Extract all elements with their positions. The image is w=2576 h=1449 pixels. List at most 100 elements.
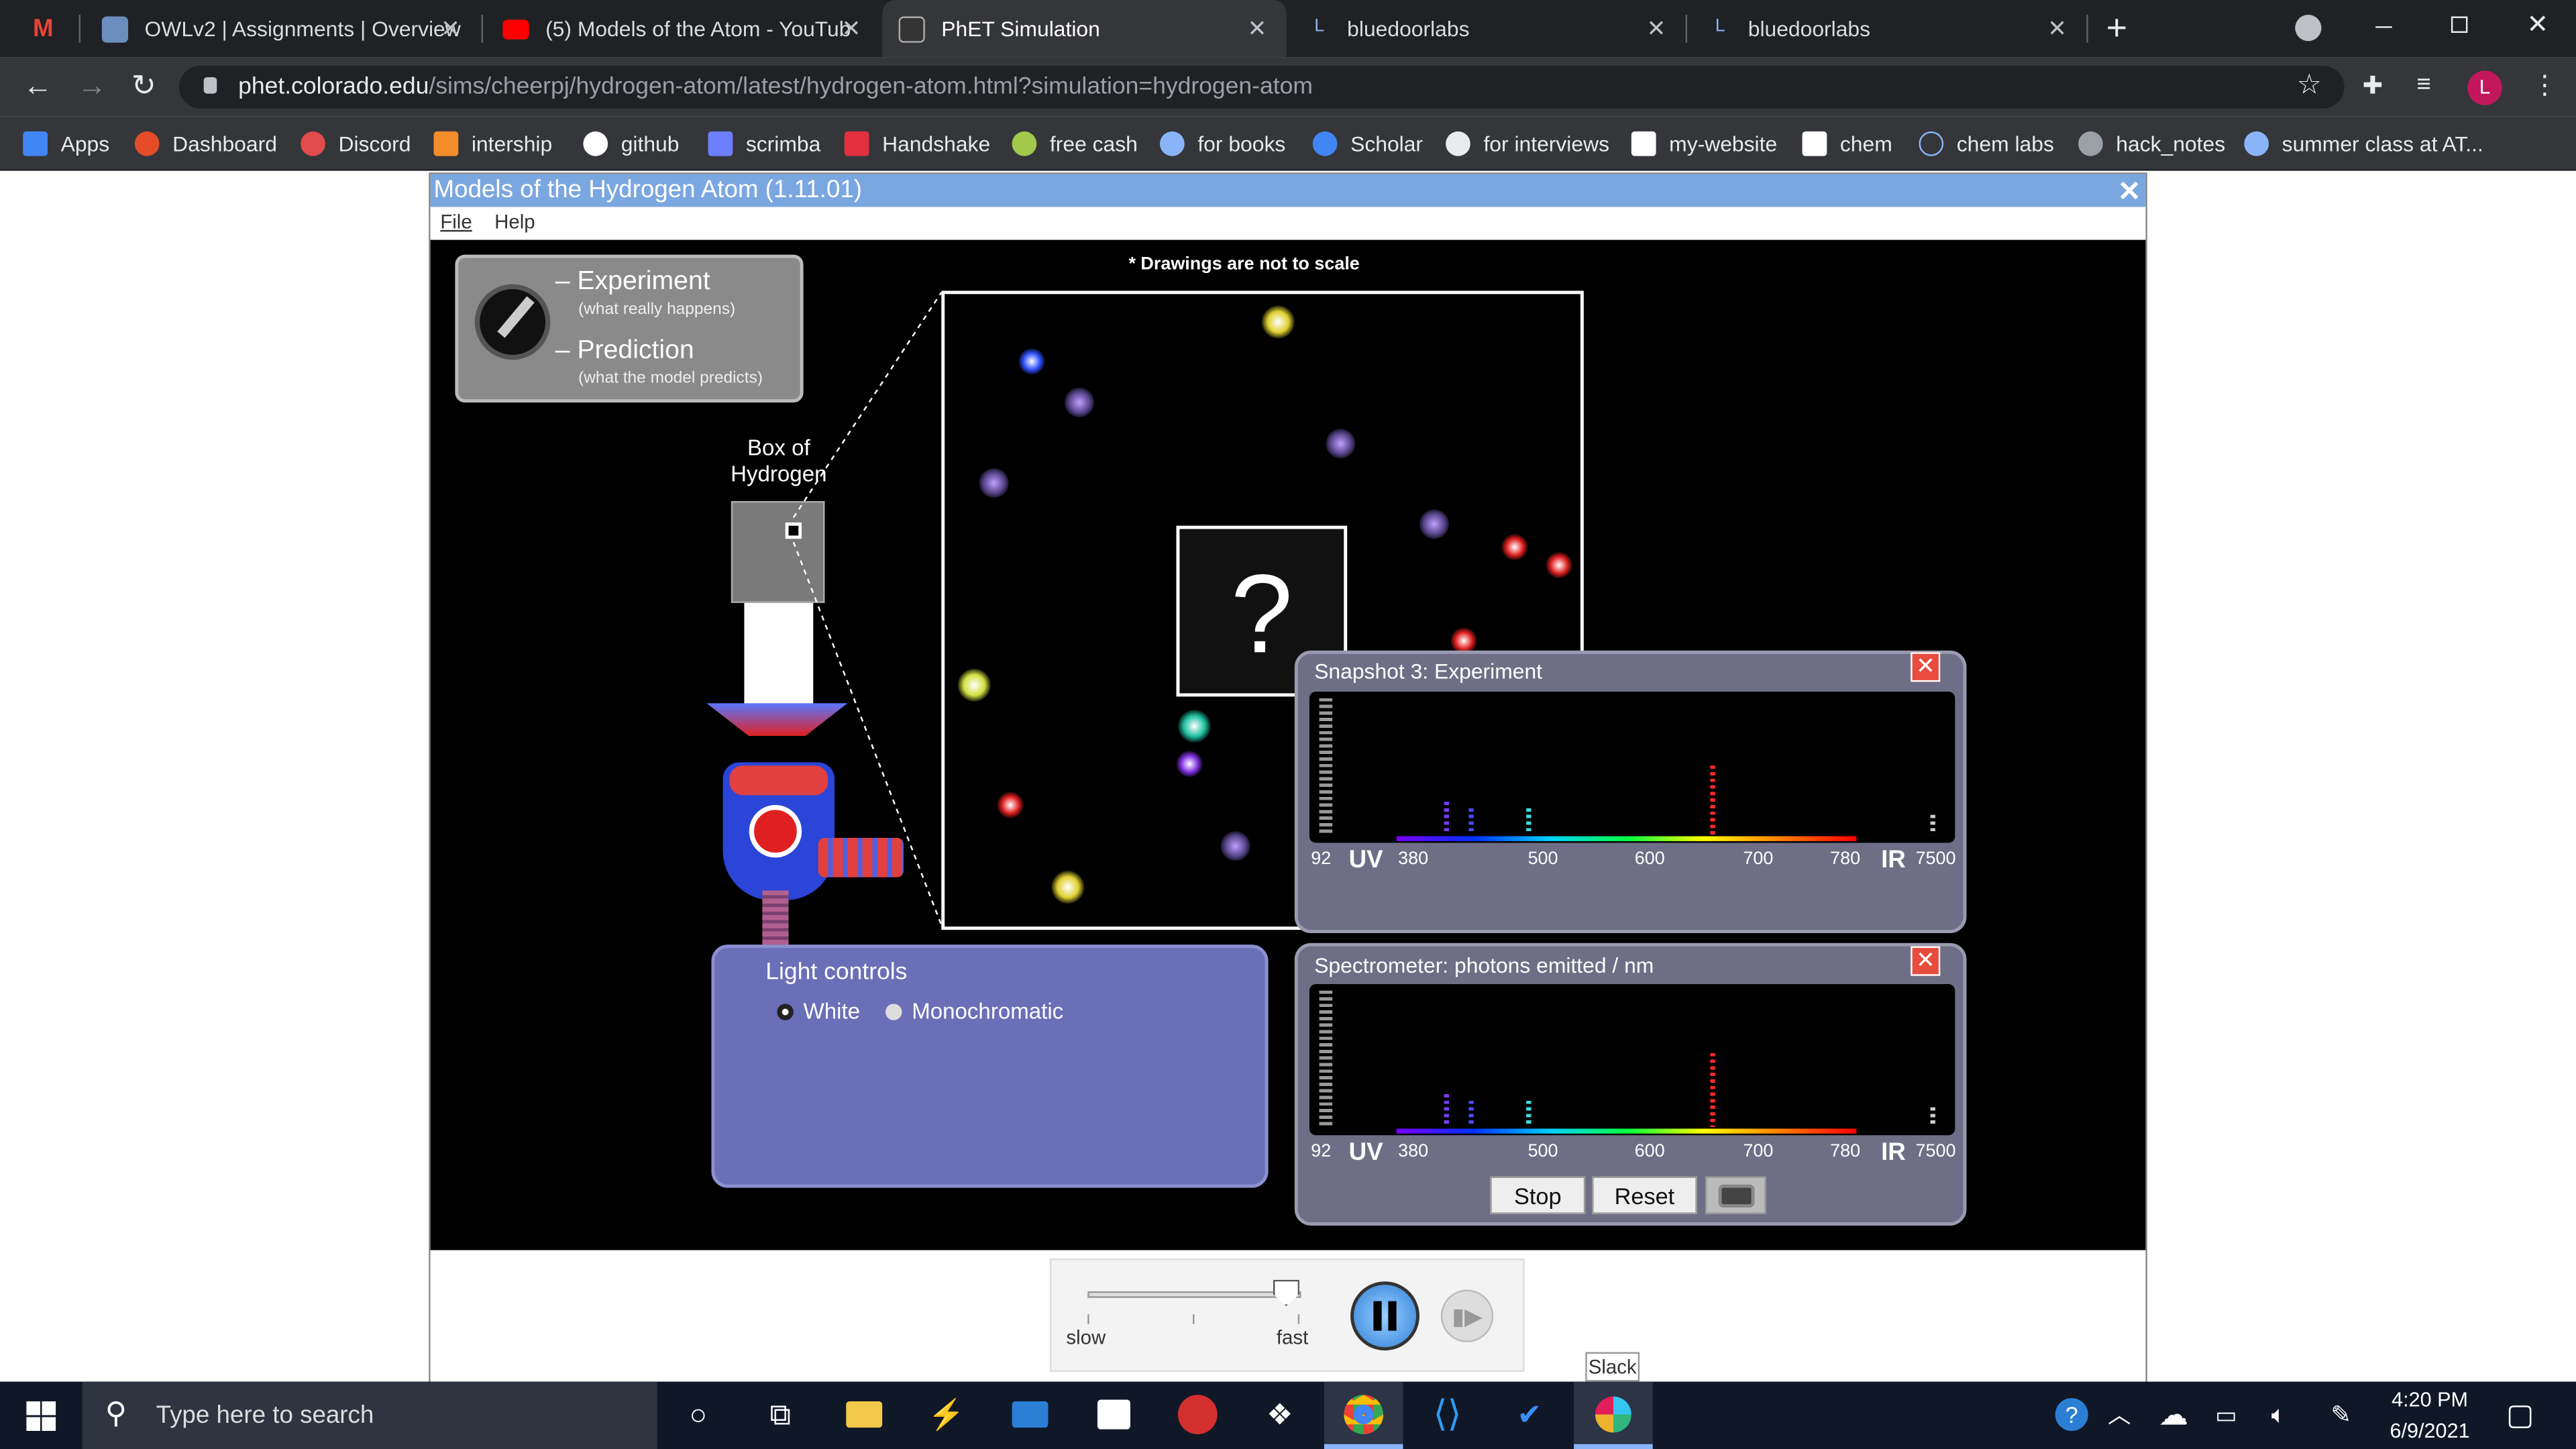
window-close-icon[interactable]: ✕ bbox=[2527, 8, 2549, 41]
express-vpn-icon[interactable] bbox=[1176, 1393, 1219, 1436]
tab-bluedoor-2[interactable]: L bluedoorlabs ✕ bbox=[1699, 0, 2086, 58]
reset-button[interactable]: Reset bbox=[1592, 1176, 1697, 1214]
bookmark-for-books[interactable]: for books bbox=[1159, 128, 1286, 158]
step-button[interactable]: ▮▶ bbox=[1440, 1289, 1494, 1342]
tab-search-icon[interactable] bbox=[2295, 15, 2322, 42]
mode-experiment[interactable]: – Experiment bbox=[555, 268, 710, 297]
volume-icon[interactable]: 🔈︎ bbox=[2257, 1393, 2300, 1436]
tick-500: 500 bbox=[1527, 849, 1558, 869]
bookmark-chem[interactable]: chem bbox=[1802, 128, 1892, 158]
tab-youtube[interactable]: (5) Models of the Atom - YouTub ✕ bbox=[486, 0, 881, 58]
file-explorer-icon[interactable] bbox=[843, 1393, 885, 1436]
mail-icon[interactable] bbox=[1009, 1393, 1052, 1436]
mode-prediction[interactable]: – Prediction bbox=[555, 337, 694, 366]
back-icon[interactable]: ← bbox=[23, 69, 52, 103]
reload-icon[interactable]: ↻ bbox=[131, 69, 156, 103]
globe-icon bbox=[2244, 130, 2269, 156]
tab-bluedoor-1[interactable]: L bluedoorlabs ✕ bbox=[1298, 0, 1686, 58]
bookmark-label: for books bbox=[1197, 130, 1286, 156]
photon bbox=[1419, 509, 1450, 539]
power-automate-icon[interactable]: ⚡ bbox=[925, 1393, 968, 1436]
store-icon[interactable] bbox=[1093, 1393, 1136, 1436]
onedrive-icon[interactable]: ☁ bbox=[2152, 1393, 2195, 1436]
bookmark-summer-class[interactable]: summer class at AT... bbox=[2244, 128, 2483, 158]
speed-slider-track[interactable] bbox=[1087, 1291, 1301, 1298]
bookmark-label: summer class at AT... bbox=[2282, 130, 2483, 156]
windows-start-icon[interactable] bbox=[26, 1401, 56, 1432]
dropbox-icon[interactable]: ❖ bbox=[1258, 1393, 1301, 1436]
mode-prediction-label: Prediction bbox=[577, 337, 694, 365]
bookmark-my-website[interactable]: my-website bbox=[1631, 128, 1777, 158]
tick-700: 700 bbox=[1743, 1142, 1774, 1162]
apps-grid-icon bbox=[23, 130, 48, 156]
bookmark-scrimba[interactable]: scrimba bbox=[708, 128, 820, 158]
close-icon[interactable]: ✕ bbox=[842, 15, 861, 43]
stop-button[interactable]: Stop bbox=[1490, 1176, 1586, 1214]
tab-label: PhET Simulation bbox=[941, 16, 1100, 42]
tick-uv: UV bbox=[1348, 1138, 1383, 1167]
bookmark-github[interactable]: github bbox=[583, 128, 679, 158]
bookmark-scholar[interactable]: Scholar bbox=[1312, 128, 1423, 158]
spectrometer-close-icon[interactable]: ✕ bbox=[1911, 946, 1941, 976]
bookmark-for-interviews[interactable]: for interviews bbox=[1446, 128, 1609, 158]
bookmark-apps[interactable]: Apps bbox=[23, 128, 109, 158]
slack-icon[interactable] bbox=[1592, 1393, 1635, 1436]
tick-780: 780 bbox=[1830, 1142, 1861, 1162]
radio-monochromatic[interactable]: Monochromatic bbox=[885, 999, 1063, 1024]
bookmark-free-cash[interactable]: free cash bbox=[1012, 128, 1138, 158]
profile-avatar[interactable]: L bbox=[2467, 70, 2502, 105]
radio-white[interactable]: White bbox=[777, 999, 860, 1024]
battery-icon[interactable]: ▭ bbox=[2205, 1393, 2248, 1436]
snapshot-close-icon[interactable]: ✕ bbox=[1911, 652, 1941, 682]
close-icon[interactable]: ✕ bbox=[2047, 15, 2067, 43]
menu-kebab-icon[interactable]: ⋮ bbox=[2532, 69, 2558, 102]
gmail-icon[interactable]: M bbox=[33, 15, 54, 43]
bookmark-intership[interactable]: intership bbox=[433, 128, 552, 158]
bookmark-dashboard[interactable]: Dashboard bbox=[134, 128, 277, 158]
bluedoor-icon: L bbox=[1314, 15, 1325, 36]
tab-phet[interactable]: PhET Simulation ✕ bbox=[882, 0, 1287, 58]
spectrometer-spectrum bbox=[1309, 983, 1955, 1136]
bookmark-hack-notes[interactable]: hack_notes bbox=[2078, 128, 2225, 158]
clock-time[interactable]: 4:20 PM bbox=[2366, 1388, 2494, 1411]
notifications-icon[interactable]: ▢ bbox=[2499, 1393, 2542, 1436]
minimize-icon[interactable] bbox=[2375, 26, 2392, 28]
bookmark-chem-labs[interactable]: chem labs bbox=[1919, 128, 2054, 158]
todo-icon[interactable]: ✔ bbox=[1508, 1393, 1551, 1436]
close-icon[interactable]: ✕ bbox=[1647, 15, 1666, 43]
vscode-icon[interactable]: ⟨⟩ bbox=[1426, 1393, 1469, 1436]
snapshot-ir-dots bbox=[1930, 814, 1935, 835]
bookmark-label: for interviews bbox=[1483, 130, 1609, 156]
sim-close-icon[interactable]: ✕ bbox=[2118, 176, 2141, 209]
bookmark-discord[interactable]: Discord bbox=[301, 128, 411, 158]
close-icon[interactable]: ✕ bbox=[1247, 15, 1267, 43]
bookmark-star-icon[interactable]: ☆ bbox=[2297, 69, 2322, 102]
menu-file[interactable]: File bbox=[440, 210, 472, 233]
snapshot-camera-button[interactable] bbox=[1705, 1176, 1766, 1214]
speed-tick bbox=[1087, 1314, 1089, 1324]
cortana-icon[interactable]: ○ bbox=[677, 1393, 720, 1436]
tab-owl[interactable]: OWLv2 | Assignments | Overview ✕ bbox=[85, 0, 480, 58]
extensions-icon[interactable]: ✚ bbox=[2363, 70, 2383, 101]
menu-help[interactable]: Help bbox=[494, 210, 535, 233]
pause-button[interactable] bbox=[1350, 1281, 1419, 1351]
tick-uv: UV bbox=[1348, 846, 1383, 874]
restore-icon[interactable] bbox=[2451, 16, 2468, 33]
pen-icon[interactable]: ✎ bbox=[2320, 1393, 2363, 1436]
tick-380: 380 bbox=[1398, 1142, 1429, 1162]
task-view-icon[interactable]: ⧉ bbox=[759, 1393, 802, 1436]
help-icon[interactable]: ? bbox=[2050, 1393, 2093, 1436]
mode-prediction-sub: (what the model predicts) bbox=[578, 370, 763, 388]
show-hidden-icons[interactable]: ︿ bbox=[2098, 1393, 2141, 1436]
scale-note: * Drawings are not to scale bbox=[1128, 254, 1360, 274]
new-tab-button[interactable]: + bbox=[2106, 7, 2127, 50]
close-icon[interactable]: ✕ bbox=[441, 15, 460, 43]
clock-date[interactable]: 6/9/2021 bbox=[2366, 1419, 2494, 1442]
reading-list-icon[interactable]: ≡ bbox=[2416, 70, 2430, 99]
bookmark-handshake[interactable]: Handshake bbox=[844, 128, 990, 158]
forward-icon[interactable]: → bbox=[77, 69, 107, 103]
spectrometer-line-violet bbox=[1444, 1094, 1450, 1128]
chrome-icon[interactable] bbox=[1342, 1393, 1385, 1436]
url-text[interactable]: phet.colorado.edu/sims/cheerpj/hydrogen-… bbox=[238, 74, 1313, 100]
tab-label: bluedoorlabs bbox=[1748, 16, 1871, 42]
